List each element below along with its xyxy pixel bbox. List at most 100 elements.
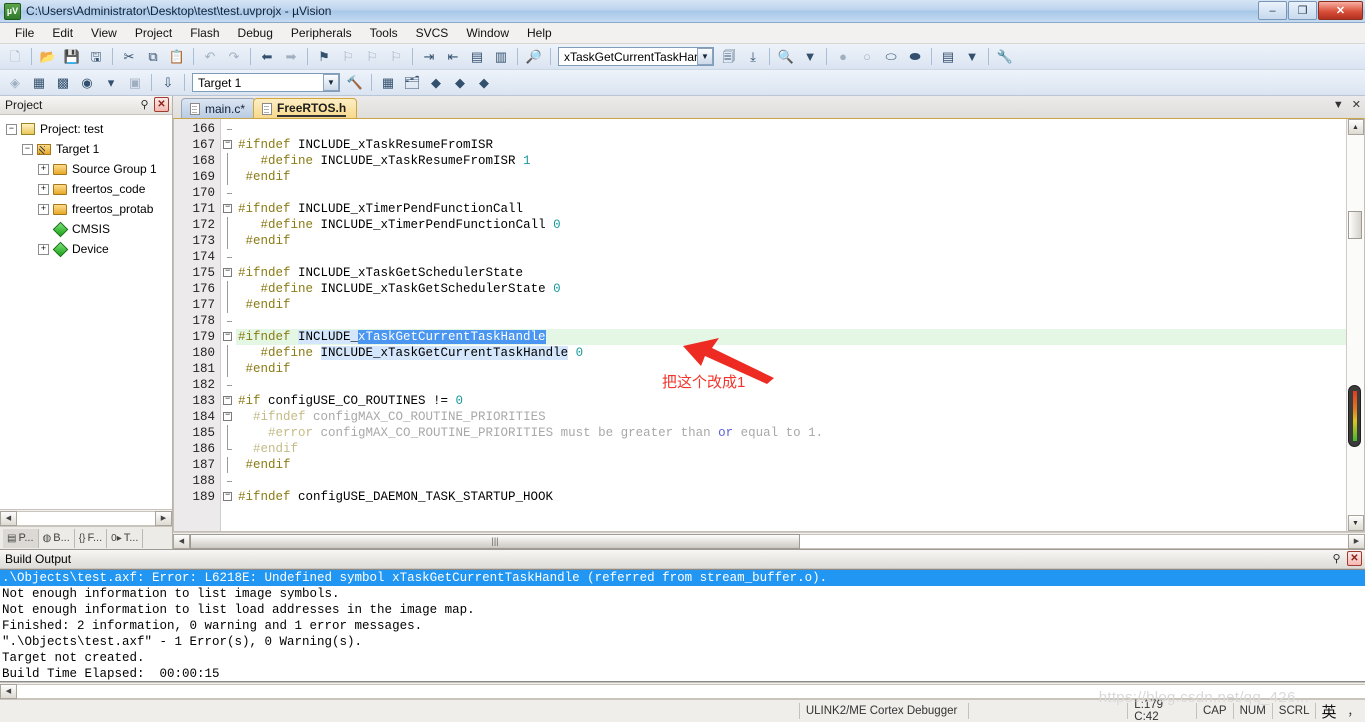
batch-build-dropdown-icon[interactable]: ▾	[100, 72, 122, 93]
window-layout-icon[interactable]: ▤	[937, 46, 959, 67]
code-line[interactable]	[236, 249, 1346, 265]
fold-marker[interactable]	[221, 137, 236, 153]
scroll-right-icon[interactable]: ▶	[155, 510, 172, 526]
fold-collapse-icon[interactable]	[223, 394, 232, 405]
menu-peripherals[interactable]: Peripherals	[282, 24, 361, 42]
tab-list-dropdown-icon[interactable]: ▼	[1333, 99, 1344, 111]
build-output-line[interactable]: Not enough information to list load addr…	[0, 602, 1365, 618]
code-line[interactable]: #if configUSE_CO_ROUTINES != 0	[236, 393, 1346, 409]
editor-tab-main-c-[interactable]: main.c*	[181, 98, 257, 118]
code-line[interactable]	[236, 121, 1346, 137]
scroll-right-icon[interactable]: ▶	[1348, 533, 1365, 549]
disable-breakpoints-icon[interactable]: ⬭	[880, 46, 902, 67]
scroll-track[interactable]	[800, 533, 1348, 549]
code-line[interactable]: #endif	[236, 441, 1346, 457]
fold-collapse-icon[interactable]	[223, 138, 232, 149]
indent-icon[interactable]: ⇥	[418, 46, 440, 67]
menu-tools[interactable]: Tools	[361, 24, 407, 42]
multi-project-icon[interactable]: 🗂	[401, 72, 423, 93]
tree-item[interactable]: + Device	[0, 239, 172, 259]
fold-collapse-icon[interactable]	[223, 266, 232, 277]
fold-marker[interactable]	[221, 201, 236, 217]
restore-button[interactable]: ❐	[1288, 1, 1317, 20]
menu-project[interactable]: Project	[126, 24, 181, 42]
menu-window[interactable]: Window	[457, 24, 518, 42]
menu-view[interactable]: View	[82, 24, 126, 42]
expand-icon[interactable]: +	[38, 203, 49, 215]
close-icon[interactable]: ✕	[1347, 551, 1362, 566]
expand-icon[interactable]: +	[38, 163, 49, 175]
minimize-button[interactable]: –	[1258, 1, 1287, 20]
code-line[interactable]: #ifndef INCLUDE_xTaskGetSchedulerState	[236, 265, 1346, 281]
code-line[interactable]: #endif	[236, 297, 1346, 313]
tree-item[interactable]: − Target 1	[0, 139, 172, 159]
collapse-icon[interactable]: −	[22, 143, 33, 155]
target-dropdown-arrow-icon[interactable]: ▼	[323, 74, 339, 91]
fold-marker[interactable]	[221, 265, 236, 281]
fold-marker[interactable]	[221, 489, 236, 505]
code-line[interactable]	[236, 377, 1346, 393]
code-line[interactable]: #ifndef configMAX_CO_ROUTINE_PRIORITIES	[236, 409, 1346, 425]
scroll-down-icon[interactable]: ▼	[1347, 515, 1364, 531]
collapse-icon[interactable]: −	[6, 123, 17, 135]
tree-item[interactable]: CMSIS	[0, 219, 172, 239]
open-file-icon[interactable]: 📂	[37, 46, 59, 67]
tree-item[interactable]: + freertos_protab	[0, 199, 172, 219]
batch-build-icon[interactable]: ◉	[76, 72, 98, 93]
code-line[interactable]: #define INCLUDE_xTaskGetCurrentTaskHandl…	[236, 345, 1346, 361]
scroll-up-icon[interactable]: ▲	[1347, 119, 1364, 135]
code-line[interactable]: #endif	[236, 233, 1346, 249]
code-line[interactable]: #endif	[236, 457, 1346, 473]
code-line[interactable]: #ifndef INCLUDE_xTaskGetCurrentTaskHandl…	[236, 329, 1346, 345]
scroll-left-icon[interactable]: ◀	[0, 683, 17, 699]
code-line[interactable]: #define INCLUDE_xTimerPendFunctionCall 0	[236, 217, 1346, 233]
close-button[interactable]: ✕	[1318, 1, 1363, 20]
fold-marker[interactable]	[221, 409, 236, 425]
code-line[interactable]: #error configMAX_CO_ROUTINE_PRIORITIES m…	[236, 425, 1346, 441]
search-dropdown-arrow-icon[interactable]: ▼	[697, 48, 713, 65]
ime-indicator[interactable]: 英	[1316, 701, 1341, 722]
configure-icon[interactable]: 🔧	[994, 46, 1016, 67]
layout-dropdown-icon[interactable]: ▼	[961, 46, 983, 67]
outdent-icon[interactable]: ⇤	[442, 46, 464, 67]
editor-tab-freertos-h[interactable]: FreeRTOS.h	[253, 98, 358, 118]
goto-definition-icon[interactable]: ⤓	[742, 46, 764, 67]
build-status-marker[interactable]	[1348, 385, 1361, 447]
fold-collapse-icon[interactable]	[223, 330, 232, 341]
manage-runtime-icon[interactable]: ◆	[449, 72, 471, 93]
code-line[interactable]: #endif	[236, 361, 1346, 377]
save-all-icon[interactable]: 🖫	[85, 46, 107, 67]
download-icon[interactable]: ⇩	[157, 72, 179, 93]
build-output-line[interactable]: Not enough information to list image sym…	[0, 586, 1365, 602]
cut-icon[interactable]: ✂	[118, 46, 140, 67]
fold-collapse-icon[interactable]	[223, 202, 232, 213]
build-output-line[interactable]: ".\Objects\test.axf" - 1 Error(s), 0 War…	[0, 634, 1365, 650]
paste-icon[interactable]: 📋	[166, 46, 188, 67]
build-error-line[interactable]: .\Objects\test.axf: Error: L6218E: Undef…	[0, 570, 1365, 586]
panel-tab-3[interactable]: 0▸ T...	[107, 528, 144, 548]
menu-debug[interactable]: Debug	[229, 24, 282, 42]
translate-icon[interactable]: ▦	[28, 72, 50, 93]
copy-icon[interactable]: ⧉	[142, 46, 164, 67]
manage-components-icon[interactable]: ▦	[377, 72, 399, 93]
code-line[interactable]: #ifndef INCLUDE_xTaskResumeFromISR	[236, 137, 1346, 153]
build-output-line[interactable]: Build Time Elapsed: 00:00:15	[0, 666, 1365, 681]
code-line[interactable]: #endif	[236, 169, 1346, 185]
code-line[interactable]: #define INCLUDE_xTaskGetSchedulerState 0	[236, 281, 1346, 297]
build-output-text[interactable]: .\Objects\test.axf: Error: L6218E: Undef…	[0, 569, 1365, 682]
editor-vscrollbar[interactable]: ▲ ▼	[1346, 119, 1364, 531]
search-input[interactable]: xTaskGetCurrentTaskHan ▼	[558, 47, 714, 66]
target-options-icon[interactable]: 🔨	[344, 72, 366, 93]
hscroll-thumb[interactable]: |||	[190, 533, 800, 549]
fold-marker[interactable]	[221, 393, 236, 409]
save-icon[interactable]: 💾	[61, 46, 83, 67]
tree-item[interactable]: + freertos_code	[0, 179, 172, 199]
expand-icon[interactable]: +	[38, 243, 49, 255]
find-in-files-icon[interactable]: 🔎	[523, 46, 545, 67]
pack-manage-icon[interactable]: ◆	[473, 72, 495, 93]
code-line[interactable]: #ifndef INCLUDE_xTimerPendFunctionCall	[236, 201, 1346, 217]
insert-file-icon[interactable]: 🗐	[718, 46, 740, 67]
tree-item[interactable]: + Source Group 1	[0, 159, 172, 179]
menu-flash[interactable]: Flash	[181, 24, 228, 42]
uncomment-icon[interactable]: ▥	[490, 46, 512, 67]
